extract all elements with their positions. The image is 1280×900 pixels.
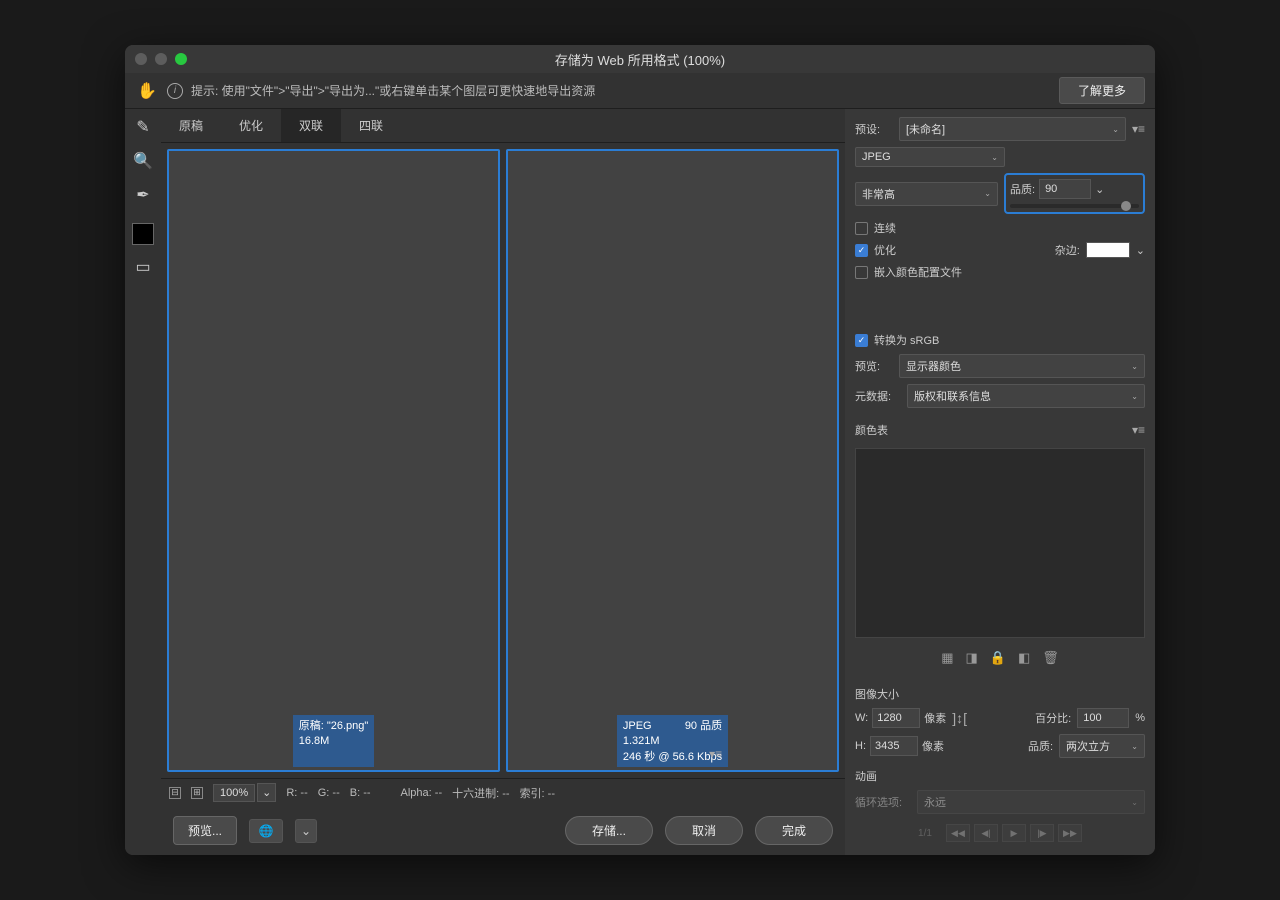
quality-preset-select[interactable]: 非常高⌄ [855,182,998,206]
width-input[interactable] [872,708,920,728]
color-table-actions: ▦ ◨ 🔒 ◧ 🗑 [855,644,1145,672]
srgb-checkbox[interactable]: ✓ [855,334,868,347]
preview-optimized[interactable]: 全部页面/ ALL PAGES YDAYCOOK生 活 的 味 道登录 DAYD… [506,149,839,772]
color-table-heading: 颜色表 [855,422,888,438]
browser-dropdown-icon[interactable]: ⌄ [295,819,317,843]
done-button[interactable]: 完成 [755,816,833,845]
preview-original[interactable]: 全部页面/ ALL PAGES YDAYCOOK 生 活 的 味 道 登录 [167,149,500,772]
resample-select[interactable]: 两次立方⌄ [1059,734,1145,758]
preview-original-info: 原稿: "26.png" 16.8M [293,715,375,767]
metadata-select[interactable]: 版权和联系信息⌄ [907,384,1145,408]
save-button[interactable]: 存储... [565,816,653,845]
cancel-button[interactable]: 取消 [665,816,743,845]
ct-grid-icon[interactable]: ▦ [941,650,953,666]
height-input[interactable] [870,736,918,756]
preview-button[interactable]: 预览... [173,816,237,845]
preview-menu-icon[interactable]: ▾≡ [709,746,722,763]
info-icon: i [167,83,183,99]
progressive-checkbox[interactable] [855,222,868,235]
format-select[interactable]: JPEG⌄ [855,147,1005,167]
prev-frame-icon: ◀| [974,824,998,842]
panel-menu-icon[interactable]: ▾≡ [1132,122,1145,136]
dialog-buttons: 预览... 🌐 ⌄ 存储... 取消 完成 [161,806,845,855]
color-table-menu-icon[interactable]: ▾≡ [1132,423,1145,437]
hand-tool-icon[interactable]: ✋ [135,79,159,103]
tab-original[interactable]: 原稿 [161,109,221,142]
animation-heading: 动画 [855,768,877,784]
hint-bar: ✋ i 提示: 使用"文件">"导出">"导出为..."或右键单击某个图层可更快… [125,73,1155,109]
color-swatch[interactable] [132,223,154,245]
brush-tool-icon[interactable]: ✎ [131,115,155,139]
browser-preview-icon[interactable]: 🌐 [249,819,283,843]
zoom-select[interactable]: 100% [213,784,255,802]
tool-column: ✎ 🔍 ✒ ▭ [125,109,161,855]
collapse-icon[interactable]: ⊟ [169,787,181,799]
matte-color[interactable] [1086,242,1130,258]
tab-2up[interactable]: 双联 [281,109,341,142]
optimize-checkbox[interactable]: ✓ [855,244,868,257]
quality-input[interactable] [1039,179,1091,199]
hint-text: 提示: 使用"文件">"导出">"导出为..."或右键单击某个图层可更快速地导出… [191,82,1051,99]
loop-select: 永远⌄ [917,790,1145,814]
status-bar: ⊟ ⊞ 100%⌄ R: -- G: -- B: -- Alpha: -- 十六… [161,778,845,806]
image-size-heading: 图像大小 [855,686,899,702]
settings-panel: 预设: [未命名]⌄ ▾≡ JPEG⌄ 非常高⌄ 品质:⌄ 连续 ✓优化 杂边:… [845,109,1155,855]
slice-tool-icon[interactable]: ▭ [131,255,155,279]
percent-input[interactable] [1077,708,1129,728]
next-frame-icon: |▶ [1030,824,1054,842]
ct-lock-icon[interactable]: 🔒 [990,650,1006,666]
frame-counter: 1/1 [918,828,932,839]
ct-trash-icon[interactable]: 🗑 [1042,650,1059,666]
preview-profile-select[interactable]: 显示器颜色⌄ [899,354,1145,378]
tab-4up[interactable]: 四联 [341,109,401,142]
tab-optimized[interactable]: 优化 [221,109,281,142]
preset-select[interactable]: [未命名]⌄ [899,117,1126,141]
color-table [855,448,1145,638]
last-frame-icon: ▶▶ [1058,824,1082,842]
preview-area: 全部页面/ ALL PAGES YDAYCOOK 生 活 的 味 道 登录 [161,143,845,778]
titlebar: 存储为 Web 所用格式 (100%) [125,45,1155,73]
preview-tabs: 原稿 优化 双联 四联 [161,109,845,143]
zoom-tool-icon[interactable]: 🔍 [131,149,155,173]
zoom-dropdown-icon[interactable]: ⌄ [257,783,276,802]
first-frame-icon: ◀◀ [946,824,970,842]
ct-new-icon[interactable]: ◧ [1018,650,1030,666]
eyedropper-tool-icon[interactable]: ✒ [131,183,155,207]
preview-optimized-info: JPEG 1.321M 246 秒 @ 56.6 Kbps 90 品质 ▾≡ [617,715,728,767]
learn-more-button[interactable]: 了解更多 [1059,77,1145,104]
quality-control: 品质:⌄ [1004,173,1145,214]
window-title: 存储为 Web 所用格式 (100%) [125,50,1155,69]
embed-profile-checkbox[interactable] [855,266,868,279]
expand-icon[interactable]: ⊞ [191,787,203,799]
link-wh-icon[interactable]: ]↕[ [952,710,967,726]
ct-cube-icon[interactable]: ◨ [966,650,978,666]
quality-slider[interactable] [1010,204,1139,208]
save-for-web-dialog: 存储为 Web 所用格式 (100%) ✋ i 提示: 使用"文件">"导出">… [125,45,1155,855]
play-icon: ▶ [1002,824,1026,842]
